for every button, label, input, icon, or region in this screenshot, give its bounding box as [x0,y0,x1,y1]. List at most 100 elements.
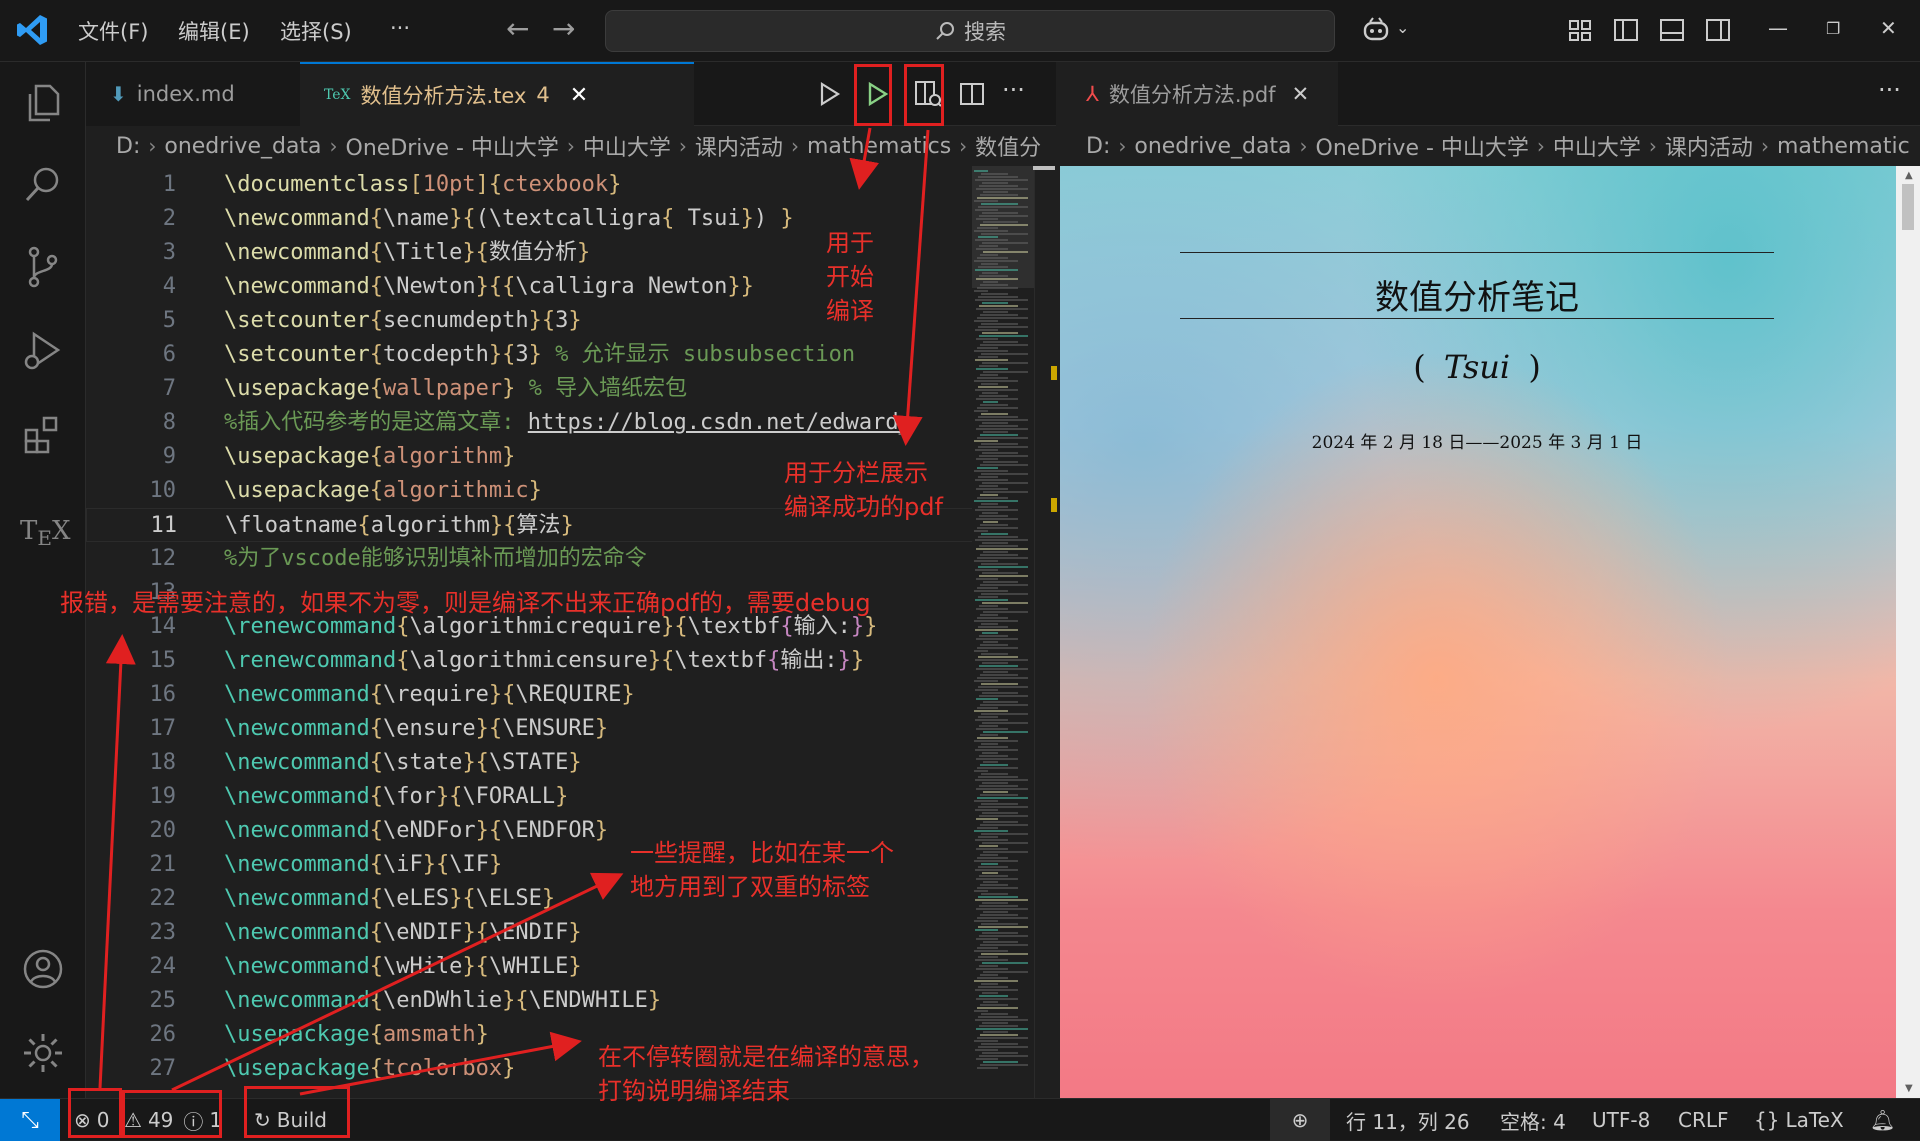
code-line[interactable]: 6 \setcounter{tocdepth}{3} % 允许显示 subsubs… [86,338,976,372]
line-number: 19 [149,784,177,809]
code-line[interactable]: 8 %插入代码参考的是这篇文章: https://blog.csdn.net/ed… [86,406,976,440]
code-token: amsmath [382,1022,476,1047]
code-token: }{ [489,513,517,538]
view-pdf-split-icon[interactable] [912,78,944,110]
copilot-chevron-down-icon[interactable]: ⌄ [1396,18,1409,37]
toggle-panel-icon[interactable] [1656,14,1688,46]
minimap-line [980,344,1028,346]
breadcrumb-item[interactable]: mathematics [807,134,951,159]
line-number: 16 [149,682,177,707]
pdf-scroll-thumb[interactable] [1902,184,1914,230]
code-line[interactable]: 24 \newcommand{\wHile}{\WHILE} [86,950,976,984]
end-of-line[interactable]: CRLF [1678,1099,1729,1141]
breadcrumb-item[interactable]: OneDrive - 中山大学 [1316,130,1529,162]
close-tab-icon[interactable]: ✕ [570,83,588,108]
code-token: } [502,1056,516,1081]
extensions-icon[interactable] [20,412,66,458]
breadcrumb-item[interactable]: 课内活动 [695,130,783,162]
forward-arrow-icon[interactable]: → [552,12,575,45]
tab-index-md[interactable]: ⬇ index.md [86,62,300,126]
breadcrumb-item[interactable]: mathematic [1777,134,1910,159]
code-token: { [369,784,383,809]
settings-gear-icon[interactable] [20,1030,66,1076]
source-control-icon[interactable] [20,244,66,290]
search-view-icon[interactable] [20,162,66,208]
copilot-icon[interactable] [1360,14,1392,46]
code-token: { [396,648,410,673]
minimap[interactable] [972,166,1034,1098]
run-file-icon[interactable] [816,80,844,108]
breadcrumb-item[interactable]: 中山大学 [583,130,671,162]
zoom-indicator[interactable]: ⊕ [1270,1099,1330,1141]
editor-scrollbar[interactable] [1033,166,1057,1098]
command-search-box[interactable]: 搜索 [605,10,1335,52]
breadcrumb-item[interactable]: D: [1086,134,1110,159]
encoding[interactable]: UTF-8 [1592,1099,1650,1141]
code-line[interactable]: 19 \newcommand{\for}{\FORALL} [86,780,976,814]
more-actions-icon[interactable]: ··· [1878,76,1901,104]
toggle-primary-sidebar-icon[interactable] [1610,14,1642,46]
tab-tex-file[interactable]: TeX 数值分析方法.tex 4 ✕ [300,62,694,126]
code-line[interactable]: 7 \usepackage{wallpaper} % 导入墙纸宏包 [86,372,976,406]
code-line[interactable]: 1 \documentclass[10pt]{ctexbook} [86,168,976,202]
pdf-scrollbar[interactable]: ▲ ▼ [1896,166,1920,1098]
scroll-down-icon[interactable]: ▼ [1905,1083,1913,1094]
cursor-position[interactable]: 行 11，列 26 [1346,1099,1470,1141]
code-token: }{ [462,750,489,775]
split-editor-icon[interactable] [958,80,986,108]
code-token: 输出: [780,648,838,673]
code-line[interactable]: 18 \newcommand{\state}{\STATE} [86,746,976,780]
code-line[interactable]: 23 \newcommand{\eNDIF}{\ENDIF} [86,916,976,950]
breadcrumb-item[interactable]: 课内活动 [1665,130,1753,162]
code-token: } [608,172,622,197]
minimap-line [978,896,1018,898]
language-mode[interactable]: {} LaTeX [1754,1099,1844,1141]
restore-icon[interactable]: ❐ [1826,19,1840,38]
search-placeholder: 搜索 [964,20,1006,44]
code-token: wallpaper [382,376,503,401]
code-line[interactable]: 15 \renewcommand{\algorithmicensure}{\tex… [86,644,976,678]
breadcrumb-item[interactable]: 中山大学 [1553,130,1641,162]
toggle-secondary-sidebar-icon[interactable] [1702,14,1734,46]
breadcrumb-item[interactable]: onedrive_data [164,134,321,159]
remote-indicator[interactable]: ⤡ [0,1099,60,1141]
accounts-icon[interactable] [20,946,66,992]
indentation[interactable]: 空格: 4 [1500,1099,1566,1141]
error-icon: ⊗ [74,1108,91,1132]
code-line[interactable]: 17 \newcommand{\ensure}{\ENSURE} [86,712,976,746]
minimap-line [974,470,1008,472]
menu-more[interactable]: ··· [390,16,410,40]
close-tab-icon[interactable]: ✕ [1292,82,1310,106]
breadcrumb-item[interactable]: onedrive_data [1134,134,1291,159]
minimap-line [976,488,1008,490]
back-arrow-icon[interactable]: ← [506,12,529,45]
notifications-bell-icon[interactable]: 🔔︎ [1870,1099,1895,1141]
breadcrumb-item[interactable]: 数值分 [975,130,1041,162]
errors-indicator[interactable]: ⊗ 0 [74,1099,110,1141]
more-actions-icon[interactable]: ··· [1002,76,1025,104]
menu-edit[interactable]: 编辑(E) [178,16,250,46]
build-latex-icon[interactable] [864,80,892,108]
minimap-line [980,374,998,376]
warnings-indicator[interactable]: ⚠ 49 ⓘ 1 [124,1099,222,1141]
minimap-line [978,506,1008,508]
run-debug-icon[interactable] [20,328,66,374]
menu-file[interactable]: 文件(F) [78,16,148,46]
close-window-icon[interactable]: ✕ [1880,16,1897,40]
tex-icon[interactable]: TEX [20,516,70,550]
minimap-line [980,1064,1028,1066]
breadcrumb-item[interactable]: D: [116,134,140,159]
scroll-up-icon[interactable]: ▲ [1905,170,1913,181]
code-editor[interactable]: 1 \documentclass[10pt]{ctexbook} 2 \newcomm… [86,166,1056,1098]
explorer-icon[interactable] [20,80,66,126]
code-line[interactable]: 12 %为了vscode能够识别填补而增加的宏命令 [86,542,976,576]
breadcrumb-item[interactable]: OneDrive - 中山大学 [346,130,559,162]
minimize-icon[interactable]: — [1768,16,1788,40]
build-status[interactable]: ↻ Build [254,1099,327,1141]
minimap-line [982,272,998,274]
menu-selection[interactable]: 选择(S) [280,16,352,46]
tab-pdf-file[interactable]: ⅄ 数值分析方法.pdf ✕ [1058,62,1338,126]
customize-layout-icon[interactable] [1564,14,1596,46]
code-line[interactable]: 25 \newcommand{\enDWhlie}{\ENDWHILE} [86,984,976,1018]
code-line[interactable]: 16 \newcommand{\require}{\REQUIRE} [86,678,976,712]
